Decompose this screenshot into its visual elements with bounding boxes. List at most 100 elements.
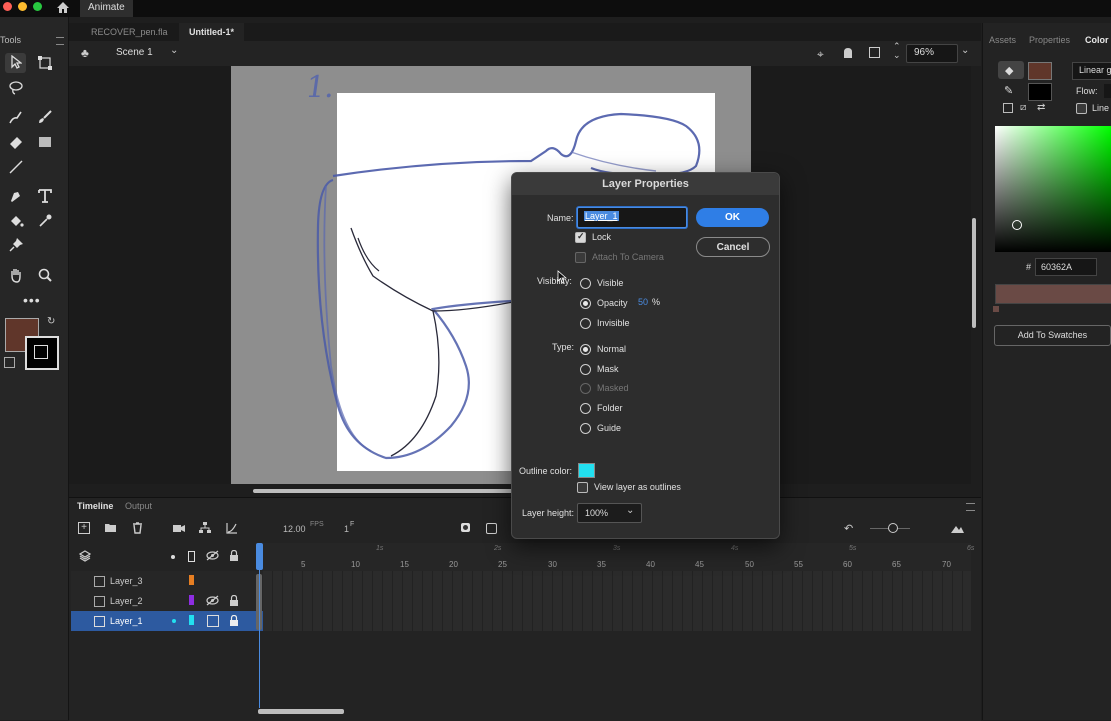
- stage-horizontal-scrollbar[interactable]: [253, 489, 513, 493]
- gradient-pointer[interactable]: [993, 306, 999, 312]
- color-picker-field[interactable]: [995, 126, 1111, 252]
- stage-vertical-scrollbar[interactable]: [972, 218, 976, 328]
- rotate-stage-icon[interactable]: [841, 46, 855, 63]
- invisible-radio[interactable]: [580, 318, 591, 329]
- clip-stage-icon[interactable]: [869, 47, 880, 58]
- fill-mode-button[interactable]: ◆: [998, 61, 1024, 79]
- rectangle-tool-icon[interactable]: [37, 134, 53, 150]
- tab-color[interactable]: Color: [1085, 35, 1109, 45]
- frames-layer-1[interactable]: [263, 611, 971, 631]
- home-icon[interactable]: [56, 1, 70, 17]
- layer-row-layer-2[interactable]: Layer_2: [71, 591, 263, 611]
- zoom-stepper-icon[interactable]: ⌃ ⌄: [893, 42, 901, 60]
- brush-tool-icon[interactable]: [8, 109, 24, 125]
- fill-type-dropdown[interactable]: Linear g: [1072, 62, 1111, 80]
- type-folder-radio[interactable]: [580, 403, 591, 414]
- attach-camera-checkbox[interactable]: [575, 252, 586, 263]
- type-masked-radio[interactable]: [580, 383, 591, 394]
- layer-lock-icon[interactable]: [229, 594, 239, 609]
- camera-icon[interactable]: [173, 523, 185, 536]
- tab-properties[interactable]: Properties: [1029, 35, 1070, 45]
- eraser-tool-icon[interactable]: [8, 134, 24, 150]
- view-outlines-checkbox[interactable]: [577, 482, 588, 493]
- black-white-icon[interactable]: [1003, 103, 1013, 113]
- selection-tool-icon[interactable]: [8, 54, 24, 71]
- frames-layer-2[interactable]: [263, 591, 971, 611]
- fps-value[interactable]: 12.00: [283, 524, 306, 534]
- ok-button[interactable]: OK: [696, 208, 769, 227]
- type-guide-radio[interactable]: [580, 423, 591, 434]
- opacity-radio[interactable]: [580, 298, 591, 309]
- onion-skin-icon[interactable]: [461, 523, 470, 532]
- loop-icon[interactable]: ↶: [844, 522, 853, 535]
- highlight-layers-icon[interactable]: [171, 555, 175, 559]
- tab-recover-pen[interactable]: RECOVER_pen.fla: [81, 23, 178, 41]
- line-tool-icon[interactable]: [8, 159, 24, 175]
- layer-name[interactable]: Layer_1: [110, 616, 143, 626]
- tab-output[interactable]: Output: [125, 501, 152, 511]
- new-folder-icon[interactable]: [104, 522, 117, 536]
- layer-hidden-icon[interactable]: [206, 595, 219, 609]
- playhead-handle[interactable]: [256, 543, 263, 570]
- scene-name[interactable]: Scene 1: [116, 47, 153, 58]
- hide-all-layers-icon[interactable]: [206, 550, 219, 564]
- frame-zoom-mountain-icon[interactable]: [951, 524, 964, 536]
- cancel-button[interactable]: Cancel: [696, 237, 770, 257]
- minimize-window-icon[interactable]: [18, 2, 27, 11]
- color-picker-handle[interactable]: [1012, 220, 1022, 230]
- lasso-tool-icon[interactable]: [8, 80, 24, 96]
- type-normal-radio[interactable]: [580, 344, 591, 355]
- no-color-icon[interactable]: ⧄: [1020, 102, 1026, 113]
- add-to-swatches-button[interactable]: Add To Swatches: [994, 325, 1111, 346]
- stroke-swatch[interactable]: [1028, 83, 1052, 101]
- zoom-window-icon[interactable]: [33, 2, 42, 11]
- lock-checkbox[interactable]: [575, 231, 586, 243]
- layer-height-dropdown[interactable]: 100% ⌄: [577, 503, 642, 523]
- layer-outline-mode-icon[interactable]: [207, 615, 219, 627]
- timeline-menu-icon[interactable]: [966, 503, 975, 511]
- fill-swatch[interactable]: [1028, 62, 1052, 80]
- flow-dropdown[interactable]: [1104, 84, 1111, 98]
- app-name-tab[interactable]: Animate: [80, 0, 133, 17]
- tab-untitled-1[interactable]: Untitled-1*: [179, 23, 244, 41]
- frame-zoom-slider-thumb[interactable]: [888, 523, 898, 533]
- layer-color-chip[interactable]: [189, 595, 194, 605]
- new-layer-icon[interactable]: +: [78, 522, 90, 534]
- paint-brush-tool-icon[interactable]: [37, 109, 53, 125]
- zoom-dropdown-icon[interactable]: ⌄: [961, 45, 969, 56]
- lock-all-layers-icon[interactable]: [229, 549, 239, 564]
- hand-tool-icon[interactable]: [8, 267, 24, 283]
- pin-tool-icon[interactable]: [8, 237, 24, 253]
- layer-name[interactable]: Layer_2: [110, 596, 143, 606]
- pen-tool-icon[interactable]: [8, 188, 24, 204]
- easing-icon[interactable]: [226, 522, 238, 537]
- outline-color-swatch[interactable]: [578, 463, 595, 478]
- default-colors-icon[interactable]: [4, 357, 15, 368]
- name-input[interactable]: Layer_1: [577, 207, 687, 228]
- zoom-tool-icon[interactable]: [37, 267, 53, 283]
- hex-input[interactable]: 60362A: [1035, 258, 1097, 276]
- text-tool-icon[interactable]: [37, 188, 53, 204]
- layer-color-chip[interactable]: [189, 615, 194, 625]
- panel-menu-icon[interactable]: [56, 37, 64, 45]
- onion-outline-icon[interactable]: [486, 523, 497, 534]
- swap-colors-icon[interactable]: ↻: [47, 316, 55, 327]
- scene-dropdown-icon[interactable]: ⌄: [170, 45, 178, 56]
- visible-radio[interactable]: [580, 278, 591, 289]
- layer-lock-icon[interactable]: [229, 614, 239, 629]
- fill-color-swatch[interactable]: [25, 336, 59, 370]
- paint-bucket-tool-icon[interactable]: [8, 213, 24, 229]
- close-window-icon[interactable]: [3, 2, 12, 11]
- swap-colors-panel-icon[interactable]: ⇄: [1037, 102, 1045, 113]
- zoom-input[interactable]: 96%: [906, 44, 958, 63]
- outline-all-icon[interactable]: [188, 551, 195, 562]
- type-mask-radio[interactable]: [580, 364, 591, 375]
- layer-name[interactable]: Layer_3: [110, 576, 143, 586]
- delete-layer-icon[interactable]: [132, 522, 143, 537]
- frames-layer-3[interactable]: [263, 571, 971, 591]
- tab-assets[interactable]: Assets: [989, 35, 1016, 45]
- current-frame[interactable]: 1: [344, 524, 349, 534]
- layer-row-layer-3[interactable]: Layer_3: [71, 571, 263, 591]
- center-stage-icon[interactable]: ⌖: [817, 47, 824, 62]
- stroke-pencil-icon[interactable]: ✎: [1004, 84, 1013, 97]
